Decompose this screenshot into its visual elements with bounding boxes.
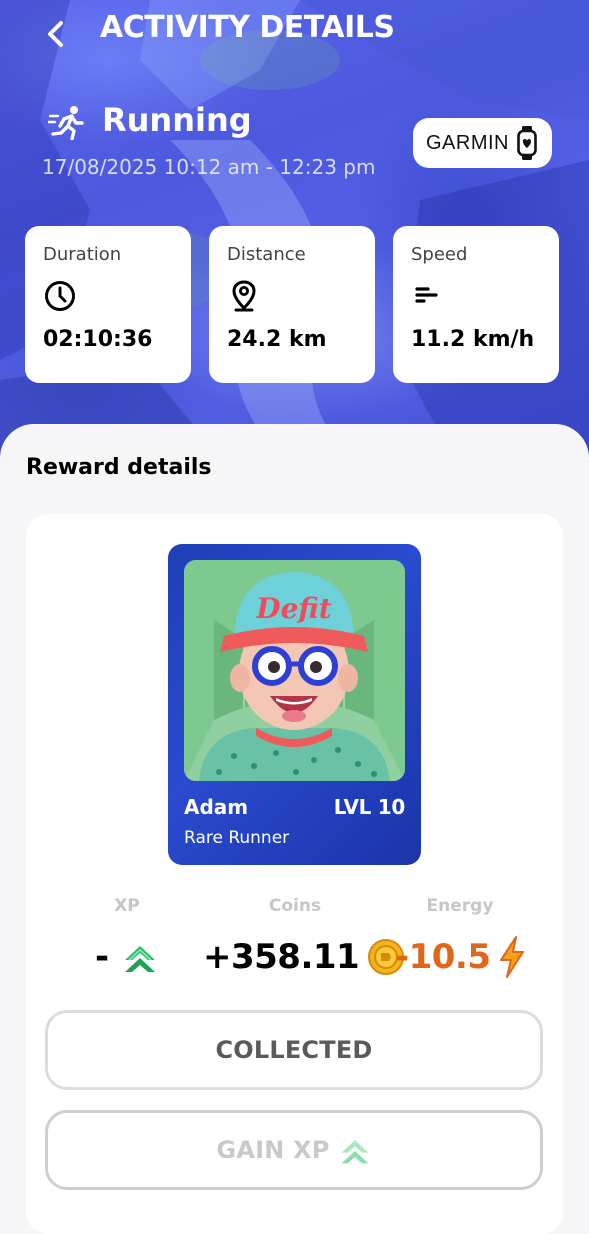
cap-logo-text: Defit (255, 592, 331, 625)
xp-reward: - (95, 932, 159, 982)
stat-value: 02:10:36 (43, 327, 153, 352)
avatar-illustration: Defit (184, 560, 405, 781)
xp-chevron-icon (341, 1140, 368, 1164)
clock-icon (45, 281, 75, 311)
speed-lines-icon (415, 287, 438, 303)
page-title: ACTIVITY DETAILS (100, 10, 395, 45)
avatar-name: Adam (184, 795, 249, 819)
avatar-level: LVL 10 (333, 795, 406, 819)
xp-label: XP (114, 896, 140, 916)
gain-xp-button-label: GAIN XP (216, 1136, 330, 1164)
nft-avatar-card[interactable]: Defit Adam LVL 10 Rare Runner (168, 544, 421, 865)
activity-time-range: 17/08/2025 10:12 am - 12:23 pm (42, 155, 376, 179)
hero-background: ACTIVITY DETAILS Running 17/08/2025 10:1… (0, 0, 589, 470)
energy-value: -10.5 (395, 937, 491, 977)
avatar-rarity: Rare Runner (184, 828, 290, 848)
section-title-reward-details: Reward details (26, 455, 212, 480)
stat-card-distance: Distance 24.2 km (209, 226, 375, 383)
activity-type: Running (102, 101, 252, 139)
smartwatch-icon (517, 126, 537, 160)
energy-reward: -10.5 (395, 932, 527, 982)
stat-label: Distance (227, 244, 306, 265)
lightning-icon (499, 936, 524, 978)
xp-chevron-icon (124, 946, 155, 972)
coins-label: Coins (268, 896, 322, 916)
stat-value: 11.2 km/h (411, 327, 535, 352)
device-badge: GARMIN (413, 118, 552, 168)
collected-button-label: COLLECTED (215, 1036, 373, 1064)
avatar-artwork: Defit (184, 560, 405, 781)
coins-value: +358.11 (203, 937, 360, 977)
gain-xp-button[interactable]: GAIN XP (45, 1110, 543, 1190)
collected-button[interactable]: COLLECTED (45, 1010, 543, 1090)
running-person-icon (48, 106, 84, 140)
back-button[interactable] (36, 14, 76, 54)
stat-label: Duration (43, 244, 122, 265)
device-name: GARMIN (426, 131, 509, 154)
stat-card-duration: Duration 02:10:36 (25, 226, 191, 383)
xp-value: - (95, 937, 109, 977)
energy-label: Energy (426, 896, 494, 916)
coins-reward: +358.11 (203, 932, 405, 982)
stat-value: 24.2 km (227, 327, 327, 352)
chevron-left-icon (48, 21, 63, 47)
location-pin-icon (232, 280, 256, 312)
stat-card-speed: Speed 11.2 km/h (393, 226, 559, 383)
stat-label: Speed (411, 244, 468, 265)
